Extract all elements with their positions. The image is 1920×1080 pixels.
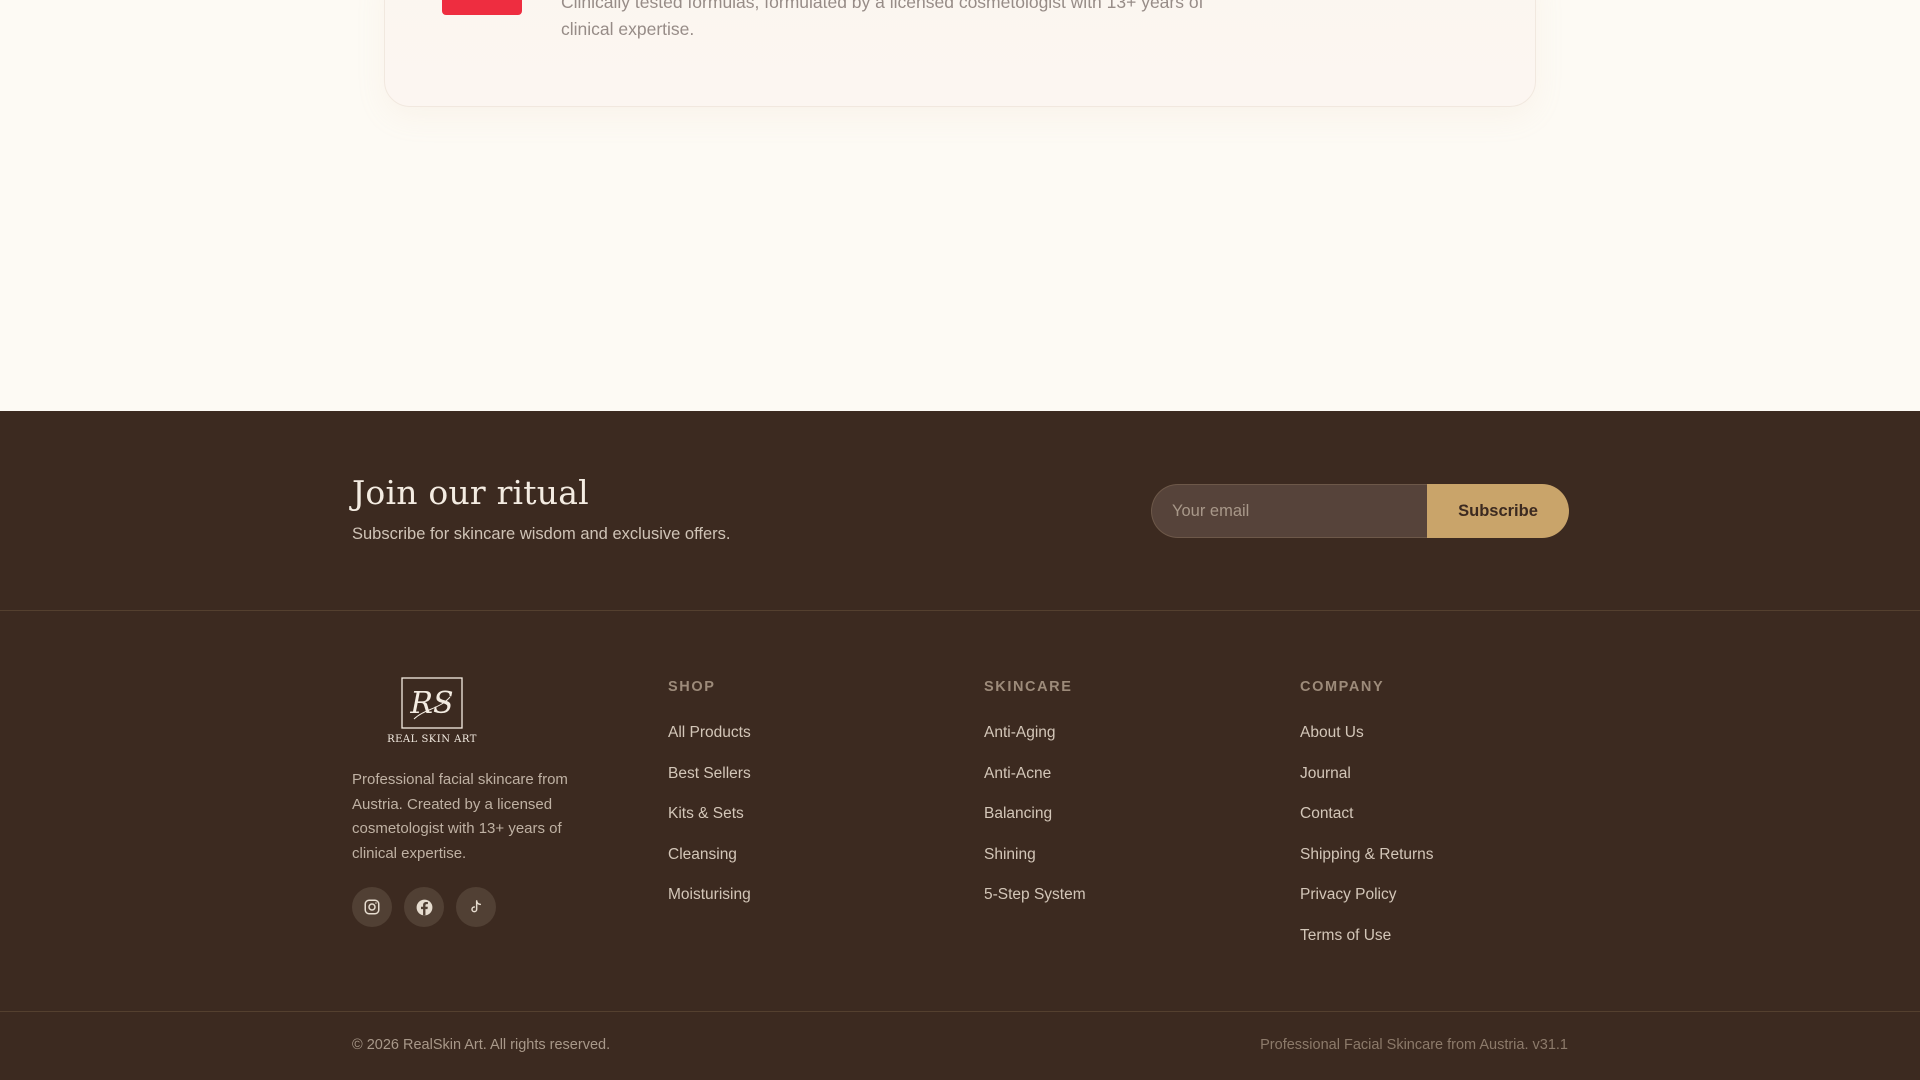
subscribe-button[interactable]: Subscribe: [1427, 484, 1569, 538]
instagram-icon: [364, 899, 380, 915]
tiktok-link[interactable]: [456, 887, 496, 927]
instagram-link[interactable]: [352, 887, 392, 927]
link-moisturising[interactable]: Moisturising: [668, 886, 751, 903]
link-shipping-returns[interactable]: Shipping & Returns: [1300, 846, 1434, 863]
link-best-sellers[interactable]: Best Sellers: [668, 765, 751, 782]
newsletter-section: Join our ritual Subscribe for skincare w…: [0, 411, 1920, 611]
company-column: COMPANY About Us Journal Contact Shippin…: [1300, 677, 1434, 965]
link-shining[interactable]: Shining: [984, 846, 1036, 863]
link-journal[interactable]: Journal: [1300, 765, 1351, 782]
shop-links: All Products Best Sellers Kits & Sets Cl…: [668, 722, 751, 925]
feature-text: Clinically tested formulas, formulated b…: [561, 0, 1204, 39]
newsletter-title: Join our ritual: [352, 473, 589, 512]
brand-logo[interactable]: RS REAL SKIN ART: [384, 675, 480, 751]
link-contact[interactable]: Contact: [1300, 805, 1353, 822]
facebook-icon: [416, 899, 432, 915]
footer-bottom-bar: © 2026 RealSkin Art. All rights reserved…: [0, 1011, 1920, 1080]
link-5-step-system[interactable]: 5-Step System: [984, 886, 1086, 903]
shop-heading: SHOP: [668, 679, 716, 695]
skincare-heading: SKINCARE: [984, 679, 1073, 695]
link-all-products[interactable]: All Products: [668, 724, 751, 741]
link-anti-acne[interactable]: Anti-Acne: [984, 765, 1051, 782]
facebook-link[interactable]: [404, 887, 444, 927]
newsletter-form: Subscribe: [1151, 484, 1569, 538]
link-terms-of-use[interactable]: Terms of Use: [1300, 927, 1391, 944]
link-kits-sets[interactable]: Kits & Sets: [668, 805, 744, 822]
tiktok-icon: [471, 900, 482, 913]
content-section: Clinically tested formulas, formulated b…: [0, 0, 1920, 411]
company-links: About Us Journal Contact Shipping & Retu…: [1300, 722, 1434, 965]
link-balancing[interactable]: Balancing: [984, 805, 1052, 822]
shop-column: SHOP All Products Best Sellers Kits & Se…: [668, 677, 751, 925]
email-input[interactable]: [1151, 484, 1427, 538]
brand-description: Professional facial skincare from Austri…: [352, 771, 568, 862]
link-cleansing[interactable]: Cleansing: [668, 846, 737, 863]
skincare-links: Anti-Aging Anti-Acne Balancing Shining 5…: [984, 722, 1086, 925]
site-footer: Join our ritual Subscribe for skincare w…: [0, 411, 1920, 1080]
feature-card: Clinically tested formulas, formulated b…: [384, 0, 1536, 107]
logo-monogram: RS: [409, 686, 453, 721]
company-heading: COMPANY: [1300, 679, 1385, 695]
social-links: [352, 887, 496, 927]
link-about-us[interactable]: About Us: [1300, 724, 1364, 741]
copyright-text: © 2026 RealSkin Art. All rights reserved…: [352, 1037, 611, 1053]
skincare-column: SKINCARE Anti-Aging Anti-Acne Balancing …: [984, 677, 1086, 925]
link-anti-aging[interactable]: Anti-Aging: [984, 724, 1056, 741]
feature-badge: [442, 0, 522, 15]
newsletter-subtitle: Subscribe for skincare wisdom and exclus…: [352, 525, 731, 543]
link-privacy-policy[interactable]: Privacy Policy: [1300, 886, 1396, 903]
footer-tagline: Professional Facial Skincare from Austri…: [1260, 1037, 1568, 1053]
logo-text: REAL SKIN ART: [387, 734, 477, 745]
